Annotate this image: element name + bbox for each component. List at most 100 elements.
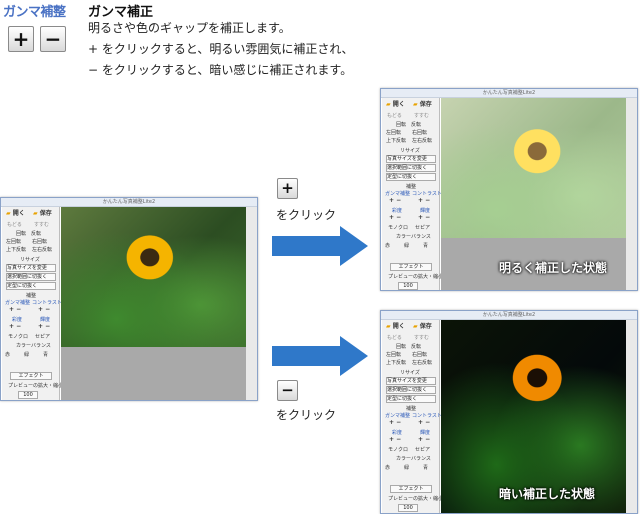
sepia-button[interactable]: セピア: [35, 334, 50, 340]
saturation-plus-minus[interactable]: + −: [389, 215, 401, 221]
window-titlebar: かんたん写真補整Lite2: [381, 89, 637, 98]
contrast-plus-minus[interactable]: + −: [38, 307, 50, 313]
folder-icon: ▰: [386, 323, 391, 330]
rotate-right-button[interactable]: 右回転: [412, 130, 427, 136]
fixed-crop-button[interactable]: 定型に切抜く: [386, 173, 436, 181]
open-button[interactable]: 開く: [393, 101, 405, 108]
correction-section-label: 補整: [406, 406, 417, 412]
color-balance-label: カラーバランス: [16, 343, 51, 349]
color-balance-label: カラーバランス: [396, 234, 431, 240]
undo-button[interactable]: もどる: [387, 335, 402, 341]
resize-button[interactable]: 写真サイズを変更: [386, 377, 436, 385]
rotate-left-button[interactable]: 左回転: [386, 130, 401, 136]
gamma-plus-minus[interactable]: + −: [9, 307, 21, 313]
open-button[interactable]: 開く: [393, 323, 405, 330]
contrast-plus-minus[interactable]: + −: [418, 198, 430, 204]
gamma-plus-minus[interactable]: + −: [389, 420, 401, 426]
effect-button[interactable]: エフェクト: [390, 263, 432, 271]
rotate-right-button[interactable]: 右回転: [412, 352, 427, 358]
arrow-to-bright-icon: [272, 226, 368, 266]
scrollbar[interactable]: [246, 207, 257, 400]
zoom-level-field[interactable]: 100: [398, 504, 418, 512]
crop-selection-button[interactable]: 選択範囲に切抜く: [386, 386, 436, 394]
preview-zoom-label: プレビューの拡大・縮小: [388, 274, 444, 280]
rotate-left-button[interactable]: 左回転: [6, 239, 21, 245]
flip-horizontal-button[interactable]: 左右反転: [32, 247, 52, 253]
saturation-plus-minus[interactable]: + −: [389, 437, 401, 443]
red-label: 赤: [5, 352, 11, 358]
redo-button[interactable]: すすむ: [34, 222, 49, 228]
open-button[interactable]: 開く: [13, 210, 25, 217]
fixed-crop-button[interactable]: 定型に切抜く: [6, 282, 56, 290]
correction-section-label: 補整: [26, 293, 37, 299]
bright-result-label: 明るく補正した状態: [499, 261, 608, 275]
saturation-plus-minus[interactable]: + −: [9, 324, 21, 330]
folder-icon: ▰: [386, 101, 391, 108]
sepia-button[interactable]: セピア: [415, 225, 430, 231]
gamma-minus-button[interactable]: −: [40, 26, 66, 52]
zoom-level-field[interactable]: 100: [18, 391, 38, 399]
step-minus-caption: をクリック: [276, 408, 337, 422]
preview-zoom-label: プレビューの拡大・縮小: [8, 383, 64, 389]
description-title: ガンマ補正: [88, 5, 154, 20]
brightness-plus-minus[interactable]: + −: [418, 437, 430, 443]
bright-photo: [441, 98, 626, 238]
sepia-button[interactable]: セピア: [415, 447, 430, 453]
blue-label: 青: [423, 243, 429, 249]
resize-button[interactable]: 写真サイズを変更: [386, 155, 436, 163]
rotate-section-label: 回転 反転: [16, 231, 42, 237]
brightness-plus-minus[interactable]: + −: [38, 324, 50, 330]
crop-selection-button[interactable]: 選択範囲に切抜く: [6, 273, 56, 281]
gamma-plus-minus[interactable]: + −: [389, 198, 401, 204]
brightness-plus-minus[interactable]: + −: [418, 215, 430, 221]
contrast-plus-minus[interactable]: + −: [418, 420, 430, 426]
step-minus-button: −: [277, 380, 298, 401]
save-button[interactable]: 保存: [420, 323, 432, 330]
tool-panel: ▰ 開く ▰ 保存 もどる すすむ 回転 反転 左回転 右回転 上下反転 左右反…: [2, 207, 64, 400]
save-button[interactable]: 保存: [40, 210, 52, 217]
rotate-section-label: 回転 反転: [396, 344, 422, 350]
bright-app-window: かんたん写真補整Lite2 ▰ 開く ▰ 保存 もどる すすむ 回転 反転 左回…: [380, 88, 638, 291]
undo-button[interactable]: もどる: [7, 222, 22, 228]
description-line-2: + をクリックすると、明るい雰囲気に補正され、: [88, 42, 354, 56]
green-label: 緑: [404, 465, 410, 471]
window-titlebar: かんたん写真補整Lite2: [1, 198, 257, 207]
rotate-right-button[interactable]: 右回転: [32, 239, 47, 245]
rotate-left-button[interactable]: 左回転: [386, 352, 401, 358]
original-photo: [61, 207, 246, 347]
redo-button[interactable]: すすむ: [414, 335, 429, 341]
red-label: 赤: [385, 243, 391, 249]
save-icon: ▰: [33, 210, 38, 217]
save-icon: ▰: [413, 101, 418, 108]
monochrome-button[interactable]: モノクロ: [388, 225, 408, 231]
scrollbar[interactable]: [626, 98, 637, 290]
effect-button[interactable]: エフェクト: [390, 485, 432, 493]
correction-section-label: 補整: [406, 184, 417, 190]
fixed-crop-button[interactable]: 定型に切抜く: [386, 395, 436, 403]
step-plus-button: +: [277, 178, 298, 199]
redo-button[interactable]: すすむ: [414, 113, 429, 119]
save-button[interactable]: 保存: [420, 101, 432, 108]
flip-vertical-button[interactable]: 上下反転: [386, 138, 406, 144]
crop-selection-button[interactable]: 選択範囲に切抜く: [386, 164, 436, 172]
save-icon: ▰: [413, 323, 418, 330]
resize-button[interactable]: 写真サイズを変更: [6, 264, 56, 272]
monochrome-button[interactable]: モノクロ: [8, 334, 28, 340]
zoom-level-field[interactable]: 100: [398, 282, 418, 290]
description-line-3: − をクリックすると、暗い感じに補正されます。: [88, 63, 353, 77]
undo-button[interactable]: もどる: [387, 113, 402, 119]
flip-vertical-button[interactable]: 上下反転: [6, 247, 26, 253]
canvas-empty-area: [61, 347, 246, 400]
monochrome-button[interactable]: モノクロ: [388, 447, 408, 453]
flip-vertical-button[interactable]: 上下反転: [386, 360, 406, 366]
gamma-plus-button[interactable]: +: [8, 26, 34, 52]
flip-horizontal-button[interactable]: 左右反転: [412, 138, 432, 144]
flip-horizontal-button[interactable]: 左右反転: [412, 360, 432, 366]
blue-label: 青: [423, 465, 429, 471]
effect-button[interactable]: エフェクト: [10, 372, 52, 380]
blue-label: 青: [43, 352, 49, 358]
color-balance-label: カラーバランス: [396, 456, 431, 462]
description-line-1: 明るさや色のギャップを補正します。: [88, 21, 291, 35]
scrollbar[interactable]: [626, 320, 637, 513]
resize-section-label: リサイズ: [400, 148, 420, 154]
